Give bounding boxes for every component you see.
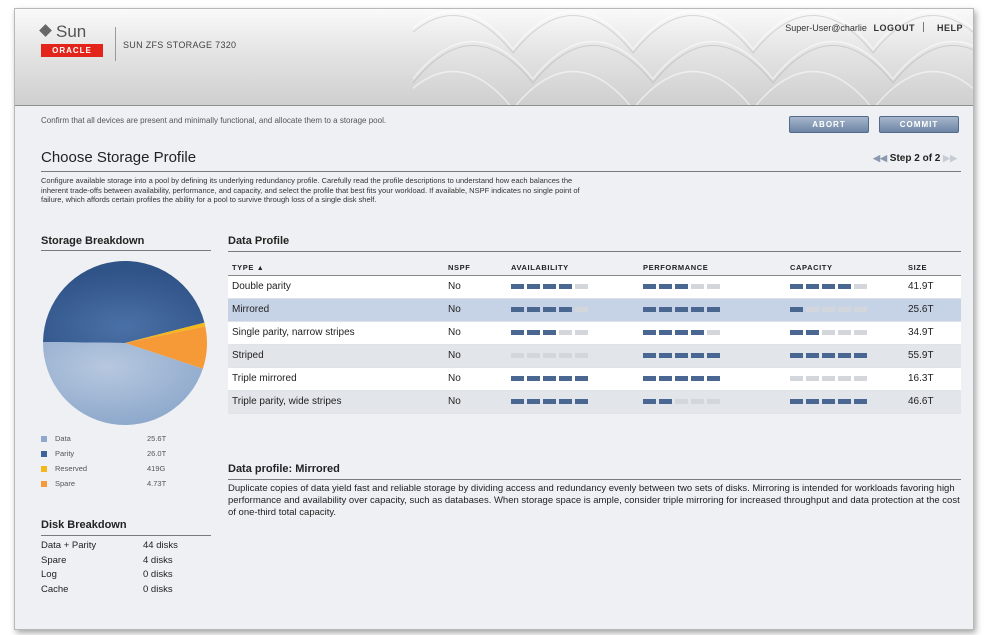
profile-type: Triple parity, wide stripes [232,396,342,407]
profile-size: 41.9T [908,281,934,292]
profile-nspf: No [448,304,461,315]
logout-link[interactable]: LOGOUT [873,23,915,33]
profile-nspf: No [448,373,461,384]
profile-detail-divider [228,479,961,480]
storage-pie-chart [43,261,207,425]
profile-nspf: No [448,281,461,292]
table-header: TYPE ▲ NSPF AVAILABILITY PERFORMANCE CAP… [228,263,961,276]
profile-size: 46.6T [908,396,934,407]
profile-size: 34.9T [908,327,934,338]
data-profile-divider [228,251,961,252]
table-row[interactable]: Triple parity, wide stripes No 46.6T [228,391,961,414]
logo-sun-text: Sun [56,22,87,41]
storage-legend: Data 25.6T Parity 26.0T Reserved 419G Sp… [41,433,181,493]
user-name: Super-User@charlie [785,23,867,33]
legend-value: 26.0T [147,449,167,458]
disk-label: Data + Parity [41,540,97,551]
instruction-text: Confirm that all devices are present and… [41,116,387,125]
masthead: Sun ORACLE SUN ZFS STORAGE 7320 Super-Us… [15,9,973,106]
data-profile-title: Data Profile [228,235,290,247]
disk-breakdown-divider [41,535,211,536]
legend-item-parity: Parity 26.0T [41,448,181,463]
profile-size: 25.6T [908,304,934,315]
disk-row: Cache 0 disks [41,584,211,599]
legend-label: Spare [55,479,76,488]
profile-detail-text: Duplicate copies of data yield fast and … [228,483,960,518]
table-row[interactable]: Striped No 55.9T [228,345,961,368]
disk-breakdown-title: Disk Breakdown [41,519,127,531]
profile-type: Single parity, narrow stripes [232,327,355,338]
table-row[interactable]: Mirrored No 25.6T [228,299,961,322]
column-size[interactable]: SIZE [908,262,927,274]
table-body: Double parity No 41.9T Mirrored No 25.6T… [228,276,961,414]
sun-oracle-logo: Sun ORACLE [39,22,107,57]
disk-label: Cache [41,583,69,595]
page-title: Choose Storage Profile [41,149,197,166]
legend-item-spare: Spare 4.73T [41,478,181,493]
disk-row: Data + Parity 44 disks [41,540,211,555]
page-description: Configure available storage into a pool … [41,176,580,204]
profile-type: Double parity [232,281,291,292]
profile-nspf: No [448,350,461,361]
sort-ascending-icon: ▲ [256,265,265,272]
legend-item-reserved: Reserved 419G [41,463,181,478]
disk-value: 4 disks [143,554,173,566]
disk-value: 44 disks [143,540,178,551]
legend-label: Parity [55,449,75,458]
column-type[interactable]: TYPE ▲ [232,262,264,275]
previous-step-icon[interactable]: ◀◀ [873,153,887,163]
disk-value: 0 disks [143,583,173,595]
disk-label: Log [41,569,57,580]
storage-breakdown-title: Storage Breakdown [41,235,145,247]
commit-button[interactable]: COMMIT [879,116,959,133]
profile-type: Striped [232,350,264,361]
table-row[interactable]: Single parity, narrow stripes No 34.9T [228,322,961,345]
disk-value: 0 disks [143,569,173,580]
legend-swatch [41,481,47,487]
product-name: SUN ZFS STORAGE 7320 [123,40,237,50]
column-performance[interactable]: PERFORMANCE [643,262,708,274]
header-divider [115,27,116,61]
profile-size: 55.9T [908,350,934,361]
user-bar: Super-User@charlie LOGOUT HELP [781,22,963,33]
disk-row: Spare 4 disks [41,555,211,570]
profile-type: Mirrored [232,304,270,315]
step-label: Step 2 of 2 [889,153,941,164]
profile-nspf: No [448,327,461,338]
legend-item-data: Data 25.6T [41,433,181,448]
profile-type: Triple mirrored [232,373,297,384]
storage-breakdown-divider [41,250,211,251]
data-profile-table: TYPE ▲ NSPF AVAILABILITY PERFORMANCE CAP… [228,263,961,414]
table-row[interactable]: Triple mirrored No 16.3T [228,368,961,391]
title-divider [41,171,961,172]
abort-button[interactable]: ABORT [789,116,869,133]
legend-value: 25.6T [147,434,167,443]
column-capacity[interactable]: CAPACITY [790,262,833,274]
profile-size: 16.3T [908,373,934,384]
legend-label: Reserved [55,464,88,473]
column-nspf[interactable]: NSPF [448,262,470,274]
table-row[interactable]: Double parity No 41.9T [228,276,961,299]
separator [923,22,925,32]
disk-label: Spare [41,554,67,566]
disk-row: Log 0 disks [41,569,211,584]
profile-detail-title: Data profile: Mirrored [228,463,340,475]
legend-label: Data [55,434,71,443]
column-availability[interactable]: AVAILABILITY [511,262,569,274]
logo-oracle-text: ORACLE [41,44,103,57]
legend-swatch [41,436,47,442]
sun-icon [39,24,52,37]
next-step-icon: ▶▶ [943,153,957,163]
legend-swatch [41,466,47,472]
help-link[interactable]: HELP [937,23,963,33]
legend-value: 4.73T [147,479,167,488]
app-window: Sun ORACLE SUN ZFS STORAGE 7320 Super-Us… [14,8,974,630]
step-indicator: ◀◀ Step 2 of 2 ▶▶ [873,153,957,164]
disk-breakdown-list: Data + Parity 44 disks Spare 4 disks Log 0… [41,540,211,598]
legend-swatch [41,451,47,457]
profile-nspf: No [448,396,461,407]
legend-value: 419G [147,464,166,473]
